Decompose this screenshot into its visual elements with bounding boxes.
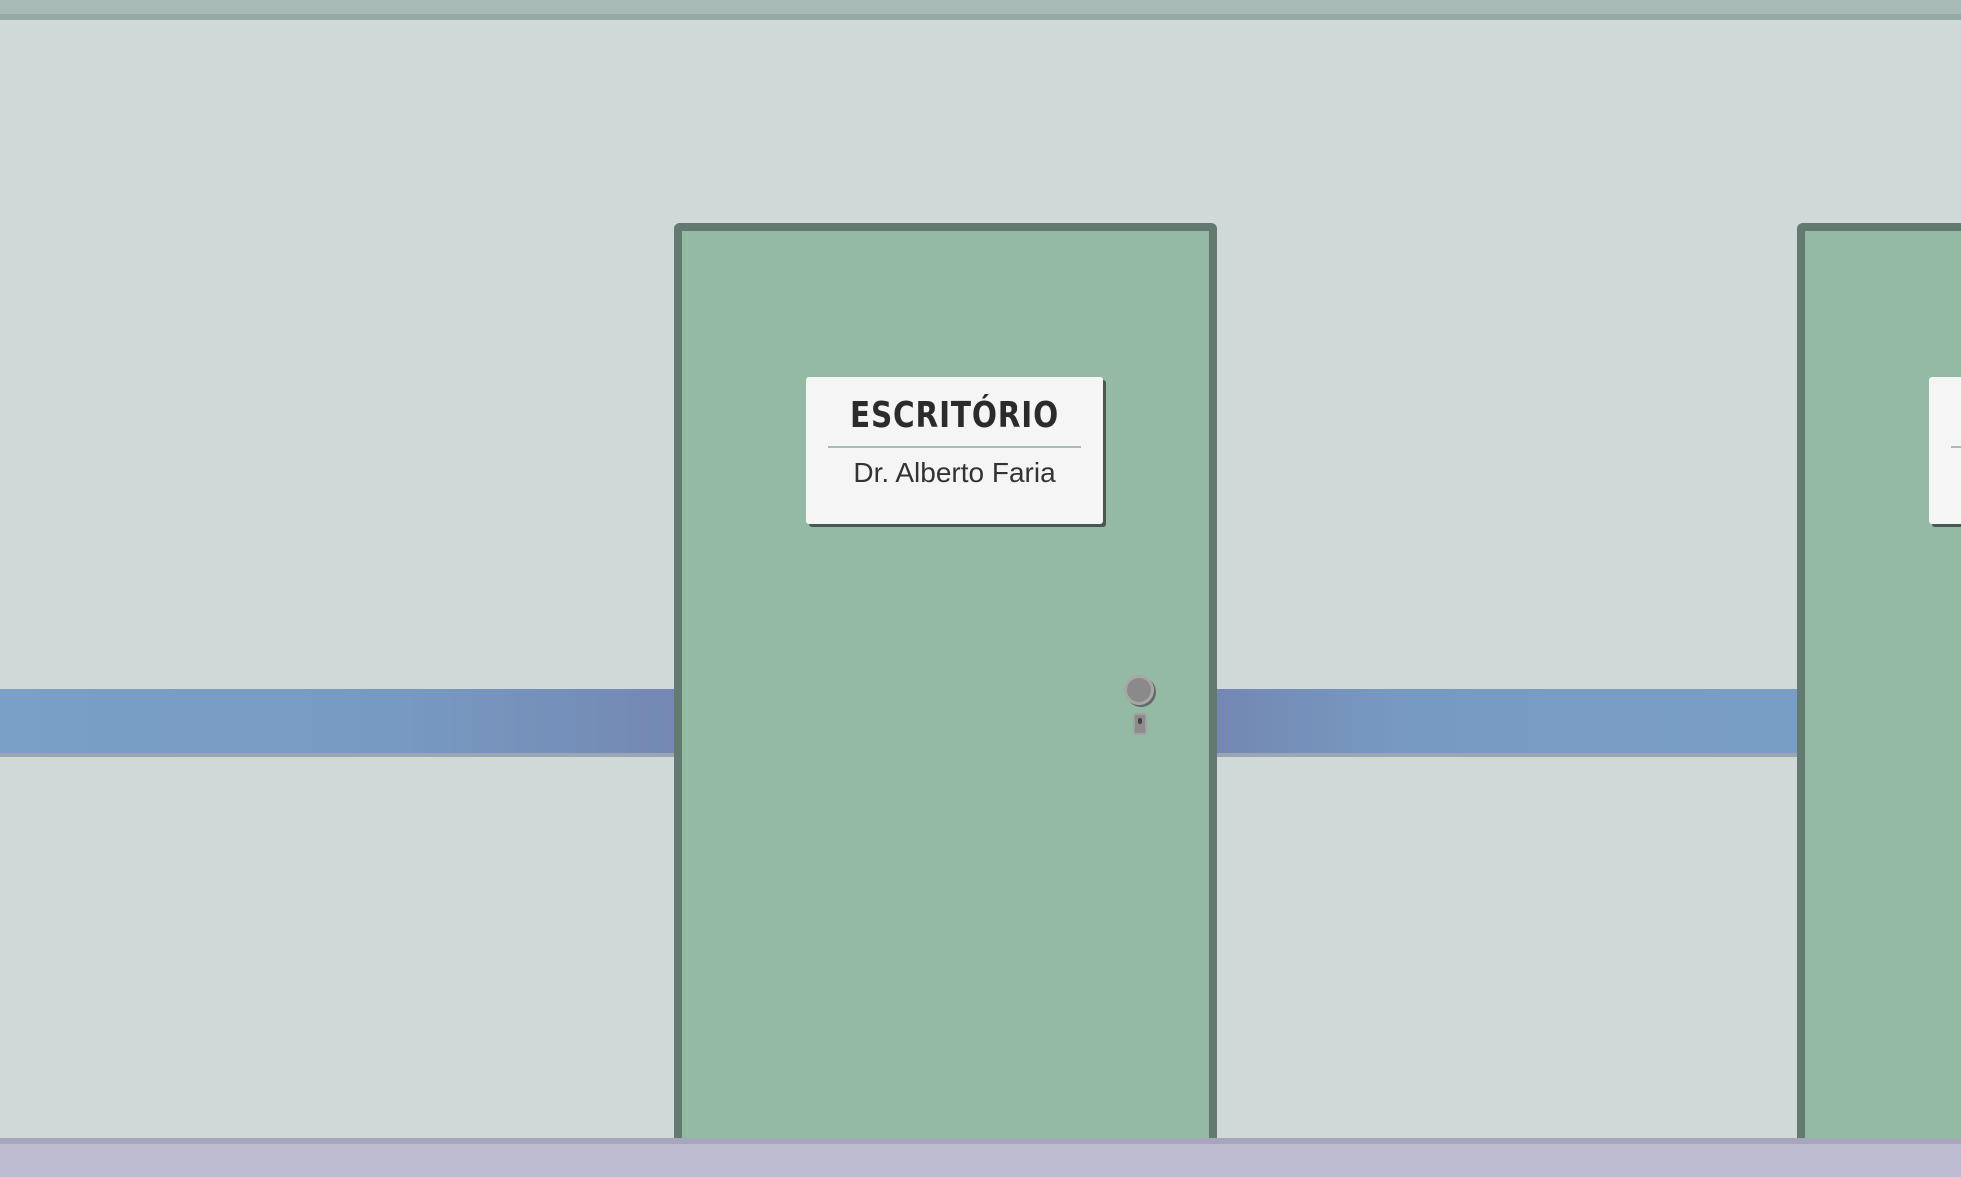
next-sign-divider: [1951, 446, 1961, 448]
floor: [0, 1144, 1961, 1177]
next-door-sign: [1929, 377, 1961, 524]
sign-title: ESCRITÓRIO: [849, 395, 1060, 436]
keyhole-icon: [1133, 713, 1147, 735]
sign-subtitle: Dr. Alberto Faria: [853, 457, 1056, 488]
hallway-scene: ESCRITÓRIO Dr. Alberto Faria: [0, 0, 1961, 1177]
door-knob[interactable]: [1124, 675, 1154, 705]
sign-divider: [828, 446, 1081, 448]
ceiling-line: [0, 14, 1961, 20]
next-door[interactable]: [1797, 223, 1961, 1140]
door-sign: ESCRITÓRIO Dr. Alberto Faria: [806, 377, 1103, 524]
